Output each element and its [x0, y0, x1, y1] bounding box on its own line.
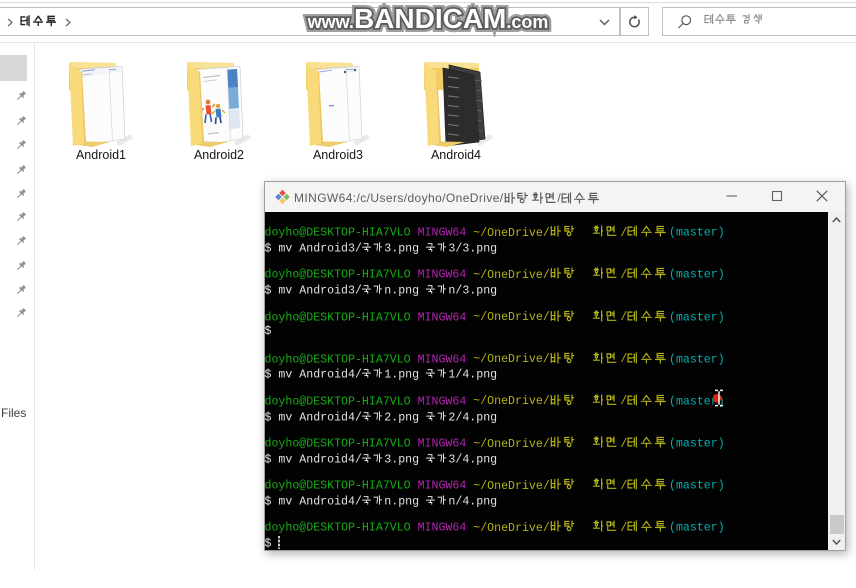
svg-text:www.BANDICAM.com: www.BANDICAM.com: [307, 3, 549, 34]
